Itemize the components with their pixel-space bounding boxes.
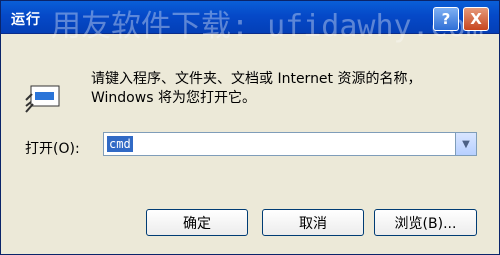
command-input[interactable]: cmd ▼ [103,132,477,156]
window-title: 运行 [11,12,41,28]
run-dialog: 运行 用友软件下载: ufidawhy.com ? X 请键入程序、文件夹、文档… [0,0,500,255]
close-icon: X [470,10,482,28]
titlebar: 运行 用友软件下载: ufidawhy.com ? X [1,1,499,44]
command-input-value[interactable]: cmd [107,136,133,152]
open-label: 打开(O): [25,141,80,157]
run-icon [25,85,60,113]
dialog-content: 请键入程序、文件夹、文档或 Internet 资源的名称，Windows 将为您… [1,34,499,254]
help-button[interactable]: ? [433,7,459,31]
chevron-down-icon: ▼ [462,138,470,150]
browse-button[interactable]: 浏览(B)... [374,209,477,236]
close-button[interactable]: X [463,7,489,31]
cancel-button[interactable]: 取消 [262,209,364,236]
instruction-text: 请键入程序、文件夹、文档或 Internet 资源的名称，Windows 将为您… [91,71,422,106]
history-dropdown-button[interactable]: ▼ [455,133,476,155]
help-icon: ? [441,10,451,28]
ok-button[interactable]: 确定 [146,209,248,236]
